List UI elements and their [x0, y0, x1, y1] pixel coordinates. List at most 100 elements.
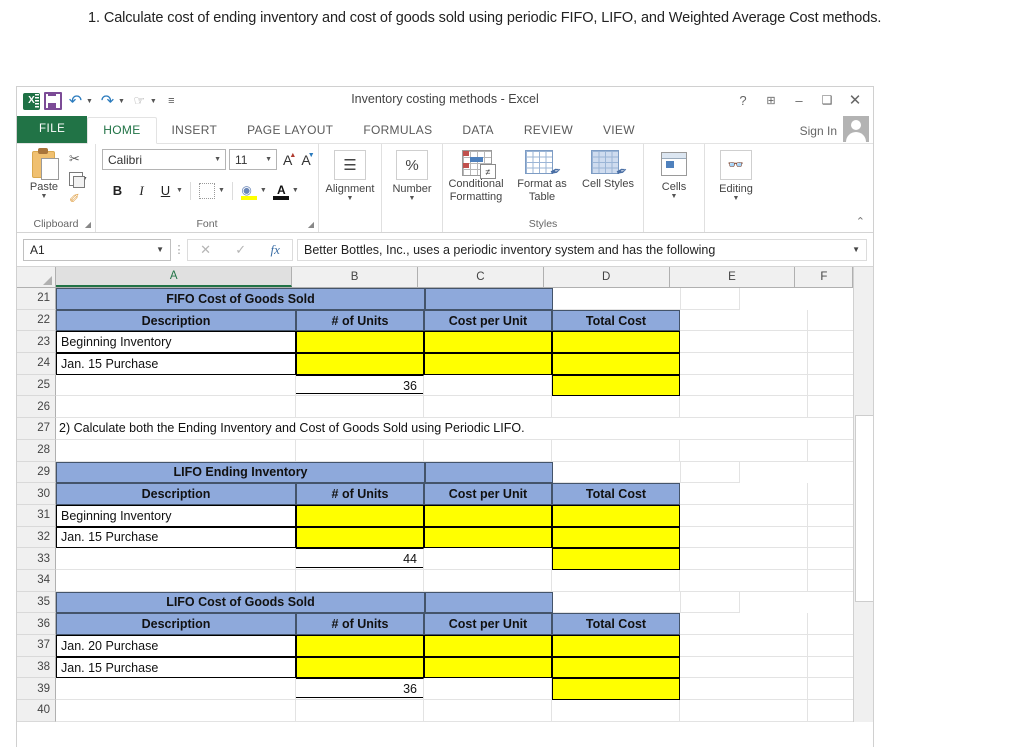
cell-A24[interactable]: Jan. 15 Purchase: [56, 353, 296, 375]
tab-page-layout[interactable]: PAGE LAYOUT: [232, 118, 348, 143]
row-header[interactable]: 21: [17, 288, 56, 310]
ribbon-group-alignment[interactable]: ☰ Alignment ▼: [319, 144, 382, 232]
cell-C37[interactable]: [424, 635, 552, 657]
row-header[interactable]: 28: [17, 439, 56, 462]
shrink-font-button[interactable]: A ▼: [298, 152, 314, 168]
cell-D39[interactable]: [552, 678, 680, 701]
cell-E38[interactable]: [680, 656, 808, 679]
cell-A31[interactable]: Beginning Inventory: [56, 504, 296, 527]
cell-F35[interactable]: [681, 591, 740, 614]
column-header-b[interactable]: B: [292, 267, 418, 287]
name-box-dropdown-icon[interactable]: ▼: [156, 245, 164, 254]
ribbon-group-cells[interactable]: Cells ▼: [644, 144, 705, 232]
cell-A28[interactable]: [56, 439, 296, 462]
cell-B36[interactable]: # of Units: [296, 613, 424, 635]
cell-A35[interactable]: LIFO Cost of Goods Sold: [56, 591, 425, 614]
cell-E39[interactable]: [680, 678, 808, 701]
cell-A32[interactable]: Jan. 15 Purchase: [56, 526, 296, 549]
paste-button[interactable]: Paste ▼: [23, 148, 65, 200]
cell-B22[interactable]: # of Units: [296, 309, 424, 332]
cut-button[interactable]: ✂: [69, 149, 93, 169]
row-header[interactable]: 38: [17, 656, 56, 679]
format-painter-button[interactable]: ✐: [69, 189, 93, 209]
paste-dropdown-icon[interactable]: ▼: [23, 193, 65, 200]
cell-F29[interactable]: [681, 461, 740, 484]
cell-B28[interactable]: [296, 439, 424, 462]
cell-D30[interactable]: Total Cost: [552, 483, 680, 505]
cell-E34[interactable]: [680, 569, 808, 592]
grow-font-button[interactable]: A ▲: [280, 152, 296, 168]
cell-D37[interactable]: [552, 635, 680, 657]
cell-E40[interactable]: [680, 700, 808, 722]
vertical-scrollbar[interactable]: [853, 267, 873, 722]
row-header[interactable]: 32: [17, 526, 56, 549]
cell-E25[interactable]: [680, 374, 808, 397]
cell-B38[interactable]: [296, 656, 424, 679]
row-header[interactable]: 34: [17, 569, 56, 592]
ribbon-group-number[interactable]: % Number ▼: [382, 144, 443, 232]
help-icon[interactable]: ?: [729, 89, 757, 111]
name-box[interactable]: A1 ▼: [23, 238, 171, 261]
cell-C22[interactable]: Cost per Unit: [424, 309, 552, 332]
cell-B40[interactable]: [296, 700, 424, 722]
cell-C28[interactable]: [424, 439, 552, 462]
cell-E35[interactable]: [553, 591, 681, 614]
cell-C25[interactable]: [424, 374, 552, 397]
clipboard-dialog-launcher-icon[interactable]: ◢: [85, 220, 91, 229]
fill-color-dropdown-icon[interactable]: ▼: [260, 187, 267, 194]
cell-D40[interactable]: [552, 700, 680, 722]
tab-data[interactable]: DATA: [447, 118, 508, 143]
cell-E30[interactable]: [680, 483, 808, 505]
row-header[interactable]: 35: [17, 591, 56, 614]
cell-B34[interactable]: [296, 569, 424, 592]
cell-E22[interactable]: [680, 309, 808, 332]
row-header[interactable]: 31: [17, 504, 56, 527]
tab-file[interactable]: FILE: [17, 116, 88, 143]
fill-color-button[interactable]: ◉: [238, 179, 261, 202]
row-header[interactable]: 39: [17, 678, 56, 701]
user-avatar-icon[interactable]: [843, 116, 869, 142]
cell-D22[interactable]: Total Cost: [552, 309, 680, 332]
row-header[interactable]: 40: [17, 700, 56, 722]
close-icon[interactable]: ✕: [841, 89, 869, 111]
cell-D24[interactable]: [552, 353, 680, 375]
scrollbar-thumb[interactable]: [855, 415, 873, 602]
tab-view[interactable]: VIEW: [588, 118, 650, 143]
cancel-icon[interactable]: ✕: [200, 242, 211, 258]
cell-C39[interactable]: [424, 678, 552, 701]
cell-D33[interactable]: [552, 548, 680, 570]
cell-C23[interactable]: [424, 331, 552, 354]
borders-button[interactable]: [196, 179, 219, 202]
cell-E36[interactable]: [680, 613, 808, 635]
editing-dropdown-icon[interactable]: ▼: [705, 195, 767, 202]
cell-E37[interactable]: [680, 635, 808, 657]
cell-A30[interactable]: Description: [56, 483, 296, 505]
cell-B23[interactable]: [296, 331, 424, 354]
cell-E29[interactable]: [553, 461, 681, 484]
italic-button[interactable]: I: [130, 179, 153, 202]
cell-A27[interactable]: 2) Calculate both the Ending Inventory a…: [56, 418, 866, 440]
cell-E23[interactable]: [680, 331, 808, 354]
font-color-dropdown-icon[interactable]: ▼: [292, 187, 299, 194]
font-size-input[interactable]: 11 ▼: [229, 149, 277, 170]
cell-B37[interactable]: [296, 635, 424, 657]
tab-insert[interactable]: INSERT: [157, 118, 233, 143]
cell-C40[interactable]: [424, 700, 552, 722]
cell-D28[interactable]: [552, 439, 680, 462]
row-header[interactable]: 30: [17, 483, 56, 505]
cell-D35[interactable]: [425, 591, 553, 614]
row-header[interactable]: 27: [17, 418, 56, 440]
font-name-dropdown-icon[interactable]: ▼: [214, 156, 221, 163]
cell-A25[interactable]: [56, 374, 296, 397]
cell-A26[interactable]: [56, 396, 296, 419]
expand-formula-bar-icon[interactable]: ▼: [852, 245, 860, 254]
cell-D36[interactable]: Total Cost: [552, 613, 680, 635]
cell-C26[interactable]: [424, 396, 552, 419]
cell-D23[interactable]: [552, 331, 680, 354]
cell-A23[interactable]: Beginning Inventory: [56, 331, 296, 354]
cell-A40[interactable]: [56, 700, 296, 722]
underline-button[interactable]: U: [154, 179, 177, 202]
column-header-e[interactable]: E: [669, 267, 796, 287]
select-all-corner[interactable]: [17, 267, 57, 287]
column-header-d[interactable]: D: [543, 267, 670, 287]
